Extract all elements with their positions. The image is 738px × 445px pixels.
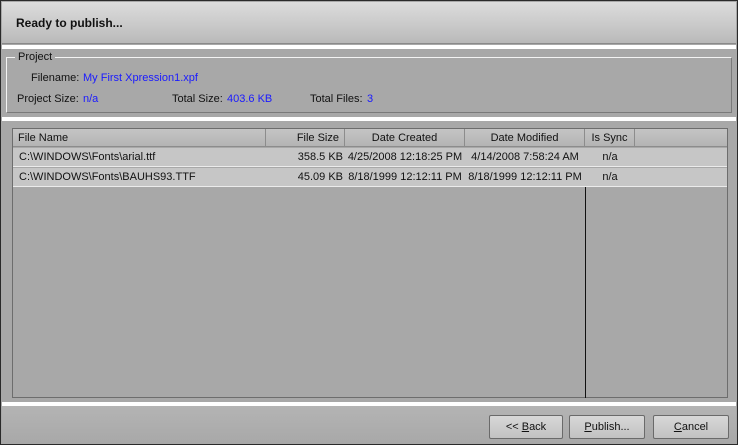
table-row[interactable]: C:\WINDOWS\Fonts\BAUHS93.TTF 45.09 KB 8/…	[13, 168, 727, 187]
column-divider	[585, 187, 586, 398]
back-button-mnemonic: B	[521, 421, 530, 433]
publish-window: Ready to publish... Project Filename: My…	[0, 0, 738, 445]
cell-date-modified: 4/14/2008 7:58:24 AM	[471, 151, 579, 163]
column-header-file-name[interactable]: File Name	[13, 129, 266, 147]
divider	[2, 117, 736, 121]
file-list-header: File Name File Size Date Created Date Mo…	[13, 129, 727, 147]
page-title: Ready to publish...	[16, 16, 123, 30]
cell-file-size: 358.5 KB	[297, 151, 343, 163]
file-list[interactable]: File Name File Size Date Created Date Mo…	[12, 128, 728, 398]
back-button[interactable]: << Back	[489, 415, 563, 439]
back-button-prefix: <<	[505, 421, 522, 433]
total-files-label: Total Files:	[310, 93, 363, 105]
publish-button-label: ublish...	[591, 421, 630, 433]
project-size-value: n/a	[83, 93, 99, 105]
project-group-label: Project	[15, 51, 56, 63]
project-group: Project Filename: My First Xpression1.xp…	[6, 51, 732, 113]
table-row[interactable]: C:\WINDOWS\Fonts\arial.ttf 358.5 KB 4/25…	[13, 148, 727, 167]
column-header-date-modified[interactable]: Date Modified	[465, 129, 585, 147]
cancel-button[interactable]: Cancel	[653, 415, 729, 439]
total-files-value: 3	[367, 93, 374, 105]
project-size-label: Project Size:	[17, 93, 79, 105]
cancel-button-label: ancel	[681, 421, 709, 433]
cancel-button-mnemonic: C	[673, 421, 682, 433]
back-button-label: ack	[529, 421, 547, 433]
total-size-value: 403.6 KB	[227, 93, 273, 105]
cell-date-created: 4/25/2008 12:18:25 PM	[347, 151, 463, 163]
cell-date-modified: 8/18/1999 12:12:11 PM	[468, 171, 582, 183]
cell-file-name: C:\WINDOWS\Fonts\arial.ttf	[19, 151, 156, 163]
column-header-is-sync[interactable]: Is Sync	[585, 129, 635, 147]
cell-is-sync: n/a	[602, 151, 618, 163]
filename-label: Filename:	[31, 72, 80, 84]
cell-date-created: 8/18/1999 12:12:11 PM	[348, 171, 462, 183]
column-header-date-created[interactable]: Date Created	[345, 129, 465, 147]
total-size-label: Total Size:	[172, 93, 223, 105]
cell-is-sync: n/a	[602, 171, 618, 183]
column-header-file-size[interactable]: File Size	[266, 129, 345, 147]
publish-button[interactable]: Publish...	[569, 415, 645, 439]
cell-file-name: C:\WINDOWS\Fonts\BAUHS93.TTF	[19, 171, 196, 183]
filename-value: My First Xpression1.xpf	[83, 72, 198, 84]
divider	[2, 45, 736, 49]
publish-button-mnemonic: P	[584, 421, 592, 433]
header-bar: Ready to publish...	[2, 2, 736, 44]
cell-file-size: 45.09 KB	[297, 171, 343, 183]
